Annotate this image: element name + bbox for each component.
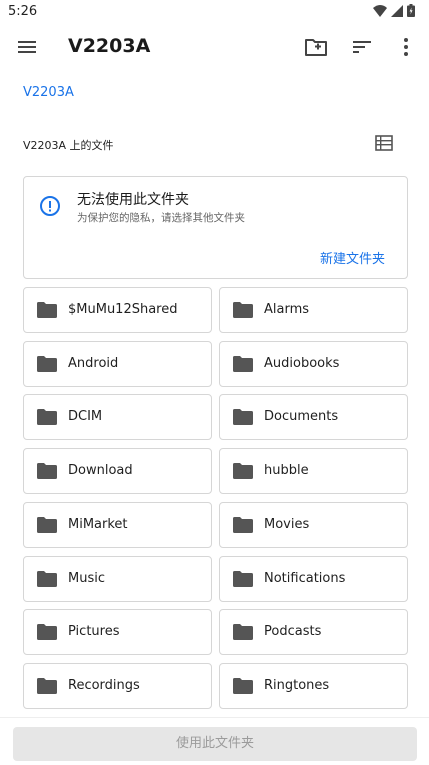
folder-icon: [37, 570, 57, 587]
status-bar: 5:26: [0, 0, 429, 24]
folder-label: Music: [68, 570, 105, 586]
folder-tile[interactable]: Recordings: [23, 662, 212, 709]
folder-tile[interactable]: $MuMu12Shared: [23, 287, 212, 333]
bottom-bar: 使用此文件夹: [0, 717, 429, 765]
notice-title: 无法使用此文件夹: [77, 192, 189, 208]
status-time: 5:26: [8, 4, 38, 19]
folder-icon: [37, 355, 57, 372]
folder-icon: [233, 516, 253, 533]
breadcrumb-root[interactable]: V2203A: [23, 85, 74, 100]
info-alert-icon: [40, 196, 60, 216]
folder-icon: [37, 677, 57, 694]
folder-icon: [37, 409, 57, 426]
notice-subtitle: 为保护您的隐私，请选择其他文件夹: [77, 212, 245, 224]
folder-tile[interactable]: DCIM: [23, 394, 212, 441]
status-icons: [373, 4, 415, 17]
app-title: V2203A: [68, 35, 151, 57]
hamburger-menu-icon: [18, 41, 36, 53]
folder-icon: [233, 677, 253, 694]
new-folder-button[interactable]: [303, 34, 329, 60]
folder-tile[interactable]: Download: [23, 448, 212, 495]
folder-label: hubble: [264, 463, 309, 479]
folder-tile[interactable]: Android: [23, 340, 212, 387]
folder-icon: [37, 463, 57, 480]
folder-tile[interactable]: Alarms: [219, 287, 408, 333]
app-bar: V2203A: [0, 24, 429, 70]
folder-tile[interactable]: Audiobooks: [219, 340, 408, 387]
battery-icon: [407, 4, 415, 17]
sort-icon: [353, 41, 371, 53]
folder-icon: [37, 516, 57, 533]
cell-signal-icon: [391, 4, 403, 17]
more-options-button[interactable]: [395, 34, 421, 60]
folder-icon: [233, 463, 253, 480]
folder-label: Notifications: [264, 570, 346, 586]
list-view-icon: [375, 135, 393, 151]
folder-label: DCIM: [68, 409, 103, 425]
folder-icon: [233, 409, 253, 426]
folder-label: Documents: [264, 409, 339, 425]
menu-button[interactable]: [15, 36, 39, 58]
folder-icon: [37, 302, 57, 318]
folder-icon: [233, 302, 253, 318]
use-this-folder-button[interactable]: 使用此文件夹: [13, 727, 417, 761]
folder-tile[interactable]: Notifications: [219, 555, 408, 602]
folder-tile[interactable]: MiMarket: [23, 501, 212, 548]
folder-label: Movies: [264, 516, 310, 532]
folder-tile[interactable]: Documents: [219, 394, 408, 441]
folder-label: Download: [68, 463, 133, 479]
wifi-icon: [373, 4, 387, 17]
folder-tile[interactable]: Pictures: [23, 609, 212, 656]
more-vert-icon: [404, 38, 408, 56]
view-toggle-button[interactable]: [373, 133, 395, 153]
folder-label: MiMarket: [68, 516, 128, 532]
folder-icon: [233, 355, 253, 372]
folder-label: Android: [68, 355, 119, 371]
folder-label: Pictures: [68, 624, 120, 640]
section-label: V2203A 上的文件: [23, 139, 114, 152]
folder-label: Alarms: [264, 302, 310, 317]
sort-button[interactable]: [349, 34, 375, 60]
create-folder-icon: [305, 39, 327, 56]
folder-tile[interactable]: hubble: [219, 448, 408, 495]
folder-label: Ringtones: [264, 677, 330, 693]
cannot-use-folder-card: 无法使用此文件夹 为保护您的隐私，请选择其他文件夹 新建文件夹: [23, 176, 408, 279]
folder-icon: [233, 624, 253, 641]
folder-label: Recordings: [68, 677, 140, 693]
folder-label: $MuMu12Shared: [68, 302, 178, 317]
new-folder-link[interactable]: 新建文件夹: [320, 248, 385, 267]
folder-icon: [37, 624, 57, 641]
folder-tile[interactable]: Podcasts: [219, 609, 408, 656]
folder-icon: [233, 570, 253, 587]
folder-label: Audiobooks: [264, 355, 340, 371]
folder-tile[interactable]: Music: [23, 555, 212, 602]
folder-label: Podcasts: [264, 624, 322, 640]
folder-tile[interactable]: Ringtones: [219, 662, 408, 709]
folder-tile[interactable]: Movies: [219, 501, 408, 548]
